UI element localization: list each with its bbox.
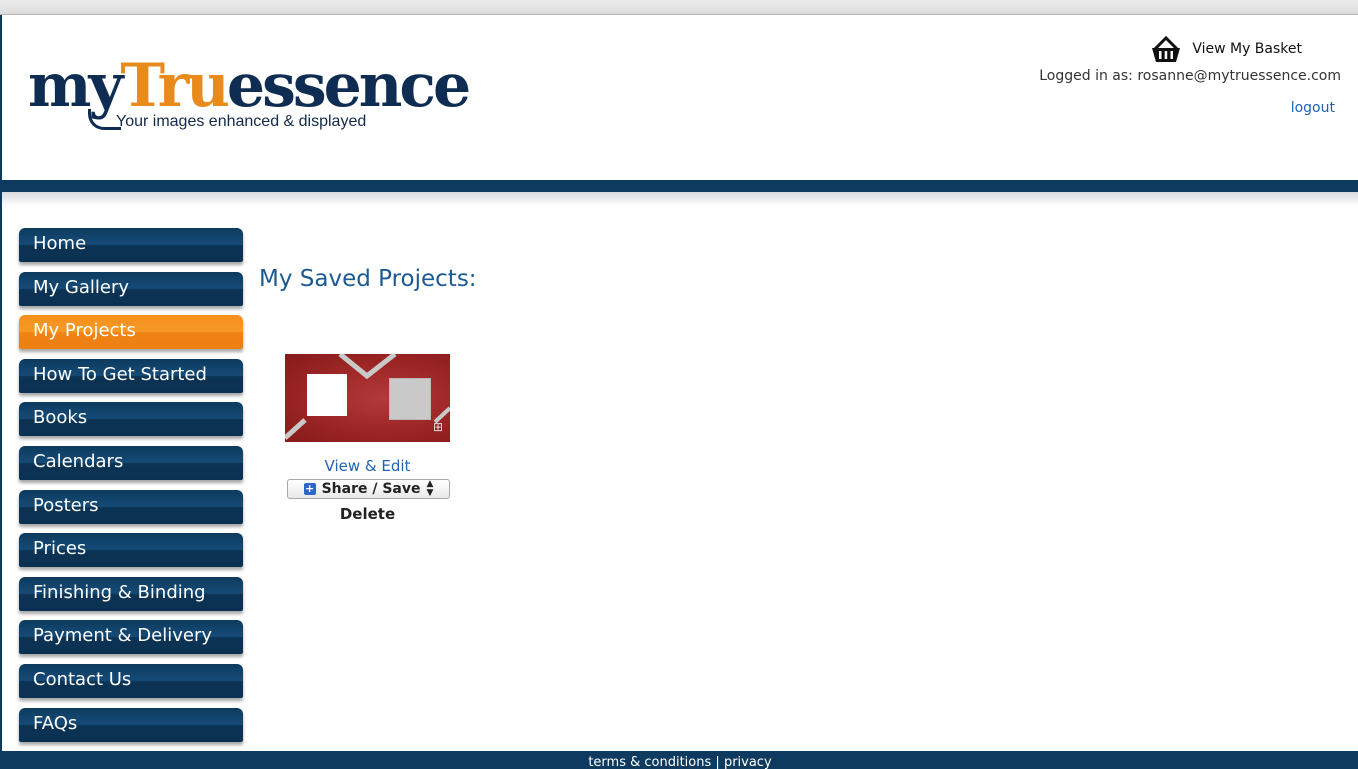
- logo-text-essence: essence: [226, 51, 471, 121]
- nav-item-home[interactable]: Home: [19, 228, 243, 262]
- basket-icon: [1152, 35, 1181, 62]
- nav-item-books[interactable]: Books: [19, 402, 243, 437]
- sidebar-nav: Home My Gallery My Projects How To Get S…: [19, 228, 245, 751]
- view-basket-link[interactable]: View My Basket: [1150, 35, 1302, 63]
- nav-item-how-to-get-started[interactable]: How To Get Started: [19, 358, 243, 393]
- share-save-select[interactable]: + Share / Save ▲ ▼: [287, 479, 450, 499]
- footer-separator: |: [715, 755, 720, 769]
- nav-item-calendars[interactable]: Calendars: [19, 445, 243, 480]
- browser-chrome-strip: [0, 0, 1358, 15]
- basket-label: View My Basket: [1192, 41, 1302, 57]
- share-save-label: Share / Save: [321, 481, 421, 497]
- privacy-link[interactable]: privacy: [724, 755, 772, 769]
- user-email: rosanne@mytruessence.com: [1137, 68, 1341, 84]
- nav-item-posters[interactable]: Posters: [19, 489, 243, 524]
- page-frame: myTruessence Your images enhanced & disp…: [0, 15, 1358, 769]
- nav-item-faqs[interactable]: FAQs: [19, 707, 243, 742]
- view-edit-link[interactable]: View & Edit: [285, 457, 450, 475]
- thumbnail-photo-frame: [307, 374, 347, 416]
- logo-tagline: Your images enhanced & displayed: [116, 113, 367, 130]
- plus-square-icon: +: [303, 482, 316, 495]
- nav-item-payment-delivery[interactable]: Payment & Delivery: [19, 620, 243, 655]
- logo-text-tru: Tru: [120, 51, 230, 121]
- terms-link[interactable]: terms & conditions: [588, 755, 711, 769]
- thumbnail-photo-frame: [389, 378, 431, 420]
- logout-link[interactable]: logout: [1291, 100, 1335, 116]
- header-divider-bar: [2, 180, 1358, 192]
- project-thumbnail[interactable]: ⊞: [285, 354, 450, 442]
- nav-item-my-gallery[interactable]: My Gallery: [19, 271, 243, 306]
- nav-item-finishing-binding[interactable]: Finishing & Binding: [19, 576, 243, 611]
- logged-in-prefix: Logged in as:: [1039, 68, 1133, 84]
- nav-item-my-projects[interactable]: My Projects: [19, 315, 243, 350]
- logged-in-status: Logged in as: rosanne@mytruessence.com: [1039, 68, 1341, 84]
- footer-bar: terms & conditions | privacy: [2, 751, 1358, 769]
- nav-item-prices[interactable]: Prices: [19, 533, 243, 568]
- delete-link[interactable]: Delete: [285, 505, 450, 523]
- page-title: My Saved Projects:: [259, 266, 477, 292]
- site-logo[interactable]: myTruessence Your images enhanced & disp…: [28, 51, 471, 151]
- grip-icon: ⊞: [433, 420, 444, 434]
- header-shadow: [2, 192, 1358, 206]
- footer-links: terms & conditions | privacy: [2, 755, 1358, 769]
- nav-item-contact-us[interactable]: Contact Us: [19, 663, 243, 698]
- updown-arrows-icon: ▲ ▼: [426, 479, 434, 498]
